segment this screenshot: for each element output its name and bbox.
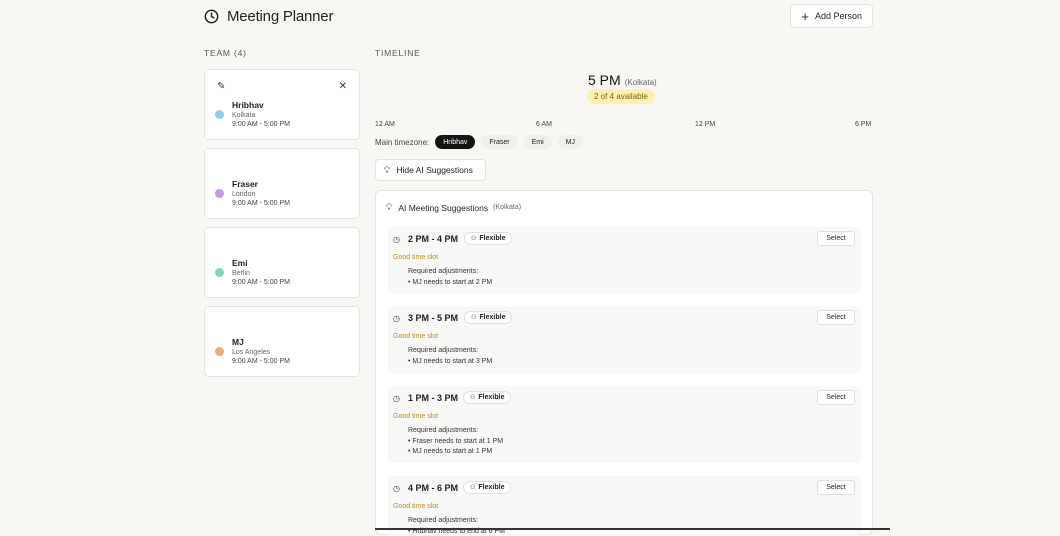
current-time: 5 PM (Kolkata) — [588, 72, 657, 88]
people-icon: ⚇ — [471, 236, 477, 242]
clock-icon: ◷ — [393, 394, 400, 403]
hide-ai-suggestions-button[interactable]: 💡︎ Hide AI Suggestions — [375, 159, 486, 181]
tz-option-hribhav[interactable]: Hribhav — [435, 135, 476, 149]
suggestion-card: ◷ 4 PM - 6 PM ⚇ Flexible Select Good time… — [388, 476, 861, 536]
person-name: Fraser — [232, 179, 258, 189]
timeline-tick: 6 PM — [855, 121, 872, 128]
hide-ai-label: Hide AI Suggestions — [396, 165, 473, 175]
adjustment-item: • Fraser needs to start at 1 PM — [408, 438, 504, 445]
current-time-value: 5 PM — [588, 72, 621, 88]
suggestion-time: 2 PM - 4 PM — [408, 234, 459, 244]
timeline-label: TIMELINE — [375, 48, 421, 58]
tz-option-fraser[interactable]: Fraser — [481, 135, 518, 149]
add-person-button[interactable]: + Add Person — [790, 4, 873, 28]
suggestion-time: 3 PM - 5 PM — [408, 313, 459, 323]
suggestion-card: ◷ 1 PM - 3 PM ⚇ Flexible Select Good time… — [388, 386, 861, 463]
person-city: London — [232, 191, 256, 198]
person-name: MJ — [232, 337, 244, 347]
current-time-tz: (Kolkata) — [624, 78, 657, 87]
flexible-label: Flexible — [478, 394, 505, 401]
lightbulb-icon: 💡︎ — [384, 164, 391, 175]
person-hours: 9:00 AM - 5:00 PM — [232, 200, 290, 207]
person-city: Los Angeles — [232, 349, 271, 356]
person-card-hribhav[interactable]: ✎ ✕ Hribhav Kolkata 9:00 AM - 5:00 PM — [204, 69, 360, 140]
timezone-label: Main timezone: — [375, 137, 430, 147]
flexible-label: Flexible — [478, 484, 505, 491]
person-hours: 9:00 AM - 5:00 PM — [232, 121, 290, 128]
flexible-label: Flexible — [479, 314, 506, 321]
clock-icon: ◷ — [393, 314, 400, 323]
clock-icon: ◷ — [393, 484, 400, 493]
required-adjustments-label: Required adjustments: — [408, 517, 479, 524]
good-slot-label: Good time slot — [393, 503, 439, 510]
adjustment-item: • MJ needs to start at 3 PM — [408, 358, 493, 365]
person-hours: 9:00 AM - 5:00 PM — [232, 279, 290, 286]
header: Meeting Planner + Add Person — [204, 4, 873, 28]
flexible-badge: ⚇ Flexible — [463, 481, 512, 494]
required-adjustments-label: Required adjustments: — [408, 347, 479, 354]
person-color-dot — [215, 268, 224, 277]
people-icon: ⚇ — [470, 485, 476, 491]
plus-icon: + — [801, 8, 809, 24]
required-adjustments-label: Required adjustments: — [408, 427, 479, 434]
edit-icon[interactable]: ✎ — [217, 82, 225, 92]
flexible-badge: ⚇ Flexible — [464, 311, 513, 324]
good-slot-label: Good time slot — [393, 333, 439, 340]
timeline-tick: 6 AM — [536, 121, 552, 128]
person-name: Hribhav — [232, 100, 264, 110]
flexible-badge: ⚇ Flexible — [463, 391, 512, 404]
person-color-dot — [215, 347, 224, 356]
timeline-tick: 12 PM — [695, 121, 716, 128]
person-color-dot — [215, 189, 224, 198]
person-color-dot — [215, 110, 224, 119]
timeline-tick: 12 AM — [375, 121, 395, 128]
title-wrap: Meeting Planner — [204, 8, 333, 25]
adjustment-item: • MJ needs to start at 1 PM — [408, 448, 493, 455]
person-name: Emi — [232, 258, 248, 268]
select-button[interactable]: Select — [817, 310, 855, 325]
person-city: Berlin — [232, 270, 250, 277]
good-slot-label: Good time slot — [393, 254, 439, 261]
people-icon: ⚇ — [470, 395, 476, 401]
required-adjustments-label: Required adjustments: — [408, 268, 479, 275]
suggestion-card: ◷ 3 PM - 5 PM ⚇ Flexible Select Good time… — [388, 306, 861, 373]
suggestion-card: ◷ 2 PM - 4 PM ⚇ Flexible Select Good time… — [388, 227, 861, 293]
person-card-mj[interactable]: MJ Los Angeles 9:00 AM - 5:00 PM — [204, 306, 360, 377]
flexible-label: Flexible — [479, 235, 506, 242]
person-city: Kolkata — [232, 112, 256, 119]
select-button[interactable]: Select — [817, 390, 855, 405]
clock-icon: ◷ — [393, 235, 400, 244]
suggestion-time: 4 PM - 6 PM — [408, 483, 459, 493]
people-icon: ⚇ — [471, 315, 477, 321]
team-label: TEAM (4) — [204, 48, 247, 58]
suggestions-header: 💡︎ AI Meeting Suggestions (Kolkata) — [386, 202, 521, 213]
timezone-selector: Main timezone: Hribhav Fraser Emi MJ — [375, 135, 589, 149]
tz-option-mj[interactable]: MJ — [557, 135, 584, 149]
availability-badge: 2 of 4 available — [587, 89, 655, 104]
suggestions-title: AI Meeting Suggestions — [398, 202, 489, 213]
suggestions-tz: (Kolkata) — [493, 204, 522, 211]
flexible-badge: ⚇ Flexible — [464, 232, 513, 245]
person-card-emi[interactable]: Emi Berlin 9:00 AM - 5:00 PM — [204, 227, 360, 298]
person-hours: 9:00 AM - 5:00 PM — [232, 358, 290, 365]
lightbulb-icon: 💡︎ — [386, 202, 393, 212]
ai-suggestions-panel: 💡︎ AI Meeting Suggestions (Kolkata) ◷ 2 … — [375, 190, 873, 536]
close-icon[interactable]: ✕ — [339, 82, 347, 92]
clock-icon — [204, 9, 219, 24]
select-button[interactable]: Select — [817, 231, 855, 246]
adjustment-item: • MJ needs to start at 2 PM — [408, 279, 493, 286]
add-person-label: Add Person — [814, 11, 862, 21]
page-title: Meeting Planner — [227, 8, 334, 25]
suggestion-time: 1 PM - 3 PM — [408, 393, 459, 403]
tz-option-emi[interactable]: Emi — [523, 135, 552, 149]
person-card-fraser[interactable]: Fraser London 9:00 AM - 5:00 PM — [204, 148, 360, 219]
select-button[interactable]: Select — [817, 480, 855, 495]
good-slot-label: Good time slot — [393, 413, 439, 420]
